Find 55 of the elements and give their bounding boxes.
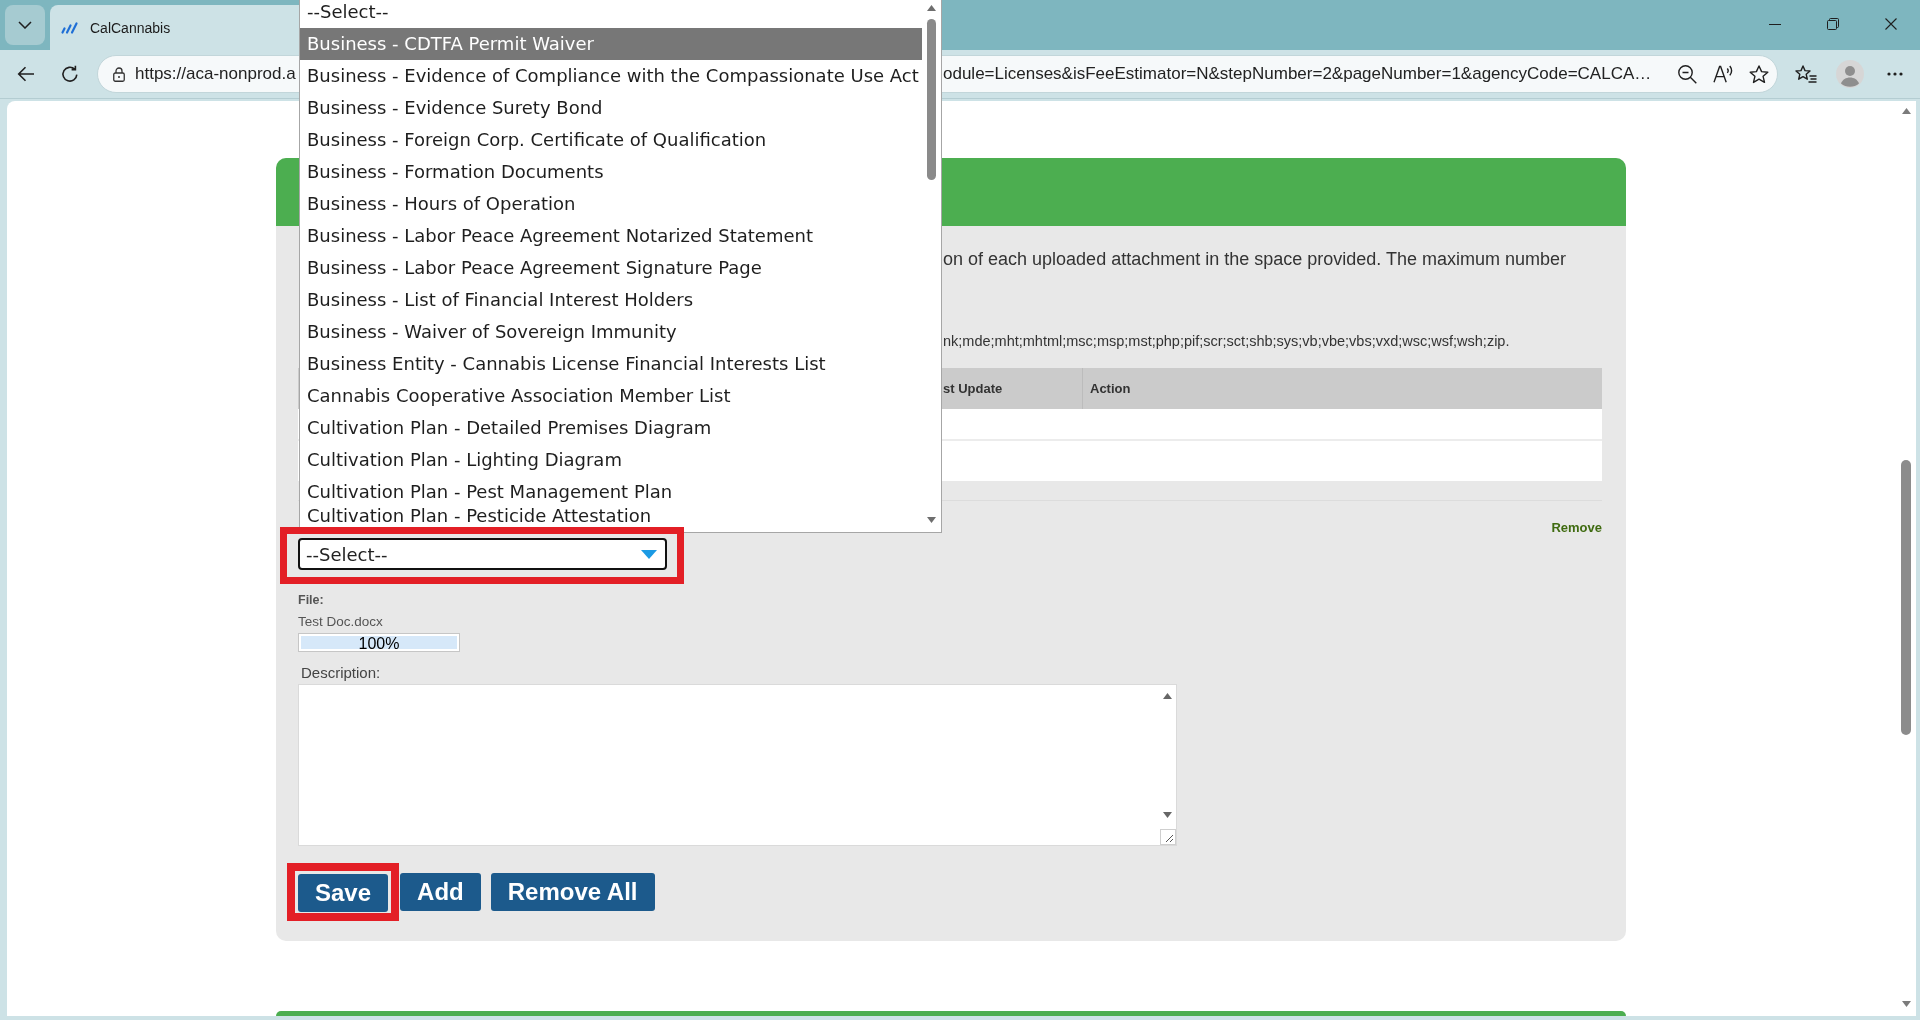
dropdown-option[interactable]: Cultivation Plan - Lighting Diagram [300,444,922,476]
type-select[interactable]: --Select-- [298,538,667,570]
triangle-down-icon[interactable] [927,517,936,523]
dropdown-option[interactable]: Cultivation Plan - Detailed Premises Diagram [300,412,922,444]
form-button[interactable]: Save [298,874,389,912]
three-dots-icon[interactable] [1887,72,1903,76]
column-header: st Update [943,380,1004,398]
dropdown-option[interactable]: Business - Formation Documents [300,156,922,188]
form-button[interactable]: Remove All [490,873,655,911]
circular-arrow-icon[interactable] [61,65,79,83]
dropdown-option[interactable]: Business - Hours of Operation [300,188,922,220]
star-lines-icon[interactable] [1795,65,1817,83]
instruction-text: on of each uploaded attachment in the space provided. The maximum number [943,248,1567,271]
dropdown-option[interactable]: Cultivation Plan - Pesticide Attestation [300,508,922,527]
description-label: Description: [301,665,381,681]
url-text: https://aca-nonprod.a [135,64,296,83]
chevron-down-icon [18,21,32,29]
dropdown-option[interactable]: Business - Foreign Corp. Certificate of Qualification [300,124,922,156]
file-label: File: [298,592,324,608]
description-field[interactable] [298,684,1177,846]
scrollbar-thumb[interactable] [1901,460,1911,735]
diagonal-lines-icon[interactable] [1159,829,1176,845]
form-button[interactable]: Add [400,873,481,911]
tab-list-button[interactable] [5,5,45,45]
scrollbar-thumb[interactable] [927,19,936,180]
remove-link[interactable]: Remove [1551,520,1602,536]
dropdown-option[interactable]: Business - List of Financial Interest Holders [300,284,922,316]
star-icon[interactable] [1749,64,1769,84]
file-name: Test Doc.docx [298,614,383,630]
slanted-bars-icon [61,21,78,34]
dropdown-option[interactable]: Business - Evidence of Compliance with the Compassionate Use Act [300,60,922,92]
dropdown-option[interactable]: Cultivation Plan - Pest Management Plan [300,476,922,508]
dropdown-option[interactable]: Business - CDTFA Permit Waiver [300,28,922,60]
dropdown-option[interactable]: Cannabis Cooperative Association Member List [300,380,922,412]
triangle-down-icon[interactable] [1901,1001,1911,1007]
padlock-icon[interactable] [112,66,125,82]
overlapping-squares-icon[interactable] [1827,18,1839,30]
dropdown-option[interactable]: Business - Evidence Surety Bond [300,92,922,124]
letter-a-waves-icon[interactable] [1713,65,1733,83]
magnifier-minus-icon[interactable] [1677,64,1697,84]
triangle-up-icon[interactable] [1901,108,1911,114]
file-types-text: nk;mde;mht;mhtml;msc;msp;mst;php;pif;scr;sct;shb;sys;vb;vbe;vbs;vxd;wsc;wsf;wsh;zip. [943,332,1510,350]
dropdown-option[interactable]: Business - Labor Peace Agreement Signature Page [300,252,922,284]
triangle-up-icon[interactable] [927,5,936,11]
dropdown-option[interactable]: Business Entity - Cannabis License Financial Interests List [300,348,922,380]
triangle-down-icon [641,549,657,559]
url-text: odule=Licenses&isFeeEstimator=N&stepNumber=2&pageNumber=1&agencyCode=CALCA… [943,64,1652,83]
triangle-down-icon[interactable] [1163,812,1172,818]
horizontal-line-icon[interactable] [1769,23,1781,25]
triangle-up-icon[interactable] [1163,693,1172,699]
dropdown-option[interactable]: Business - Labor Peace Agreement Notarized Statement [300,220,922,252]
close-icon[interactable] [1885,18,1897,30]
dropdown-option[interactable]: Business - Waiver of Sovereign Immunity [300,316,922,348]
progress-reading: 100% [358,634,400,651]
arrow-left-icon[interactable] [17,66,35,82]
